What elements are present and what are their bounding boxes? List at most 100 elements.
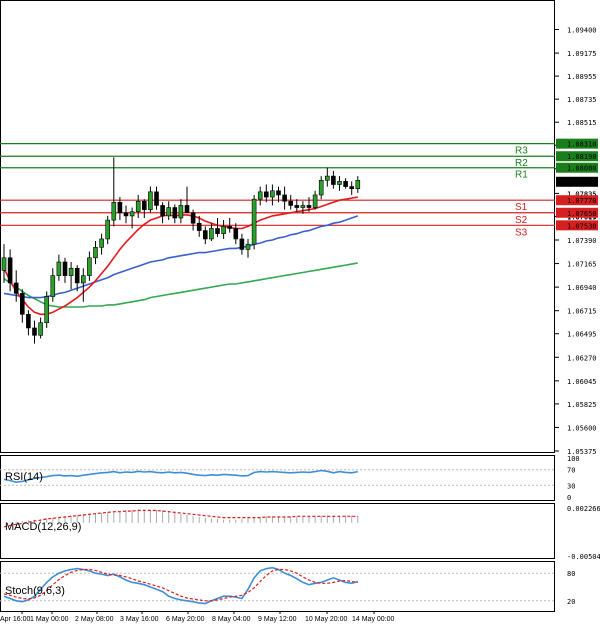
x-tick-label: Apr 16:00 <box>0 616 30 623</box>
macd-pane-frame <box>0 503 555 559</box>
candle-bear <box>227 226 232 229</box>
candle-bear <box>233 228 239 240</box>
price-tick-label: 1.09400 <box>567 27 597 35</box>
candle-bear <box>13 282 19 294</box>
candle-bull <box>129 211 135 217</box>
candle-bear <box>74 267 80 284</box>
candle-bear <box>282 194 287 202</box>
x-tick-label: 10 May 20:00 <box>305 616 348 623</box>
candle-bull <box>209 228 214 240</box>
candle-bull <box>337 181 342 185</box>
sma-mid-line <box>3 215 359 299</box>
candle-bear <box>343 181 348 187</box>
candle-bear <box>62 261 68 276</box>
macd-tick-label: 0.002266 <box>567 505 600 513</box>
candle-bear <box>190 212 196 224</box>
rsi-tick-label: 100 <box>567 455 580 463</box>
candle-bear <box>263 191 269 198</box>
trading-chart: R3R2R1S1S2S3 1.094001.091751.089551.0873… <box>0 0 600 623</box>
candle-bear <box>239 238 245 250</box>
candle-bull <box>312 194 318 208</box>
price-tick-label: 1.07390 <box>567 237 597 245</box>
price-tick-label: 1.05600 <box>567 424 597 432</box>
level-price-label: 1.07650 <box>567 210 597 218</box>
level-price-label: 1.08190 <box>567 153 597 161</box>
candle-bear <box>196 222 202 231</box>
rsi-line <box>3 469 358 484</box>
x-tick-label: 1 May 00:00 <box>30 616 69 623</box>
x-tick-label: 3 May 16:00 <box>120 616 159 623</box>
price-tick-label: 1.05825 <box>567 401 597 409</box>
price-tick-label: 1.06715 <box>567 308 597 316</box>
main-pane-frame <box>0 0 555 453</box>
candle-bull <box>148 191 153 210</box>
level-label-s2: S2 <box>515 215 528 226</box>
rsi-tick-label: 30 <box>567 482 575 490</box>
candle-bull <box>56 261 62 276</box>
rsi-tick-label: 70 <box>567 467 575 475</box>
x-tick-label: 2 May 08:00 <box>75 616 114 623</box>
candle-bull <box>300 205 306 208</box>
x-tick-label: 6 May 20:00 <box>166 616 205 623</box>
candle-bear <box>276 190 281 196</box>
stoch-label: Stoch(9,6,3) <box>5 585 65 597</box>
candle-bull <box>1 257 7 271</box>
candle-bear <box>294 205 300 208</box>
macd-tick-label: -0.005046 <box>567 553 600 561</box>
candle-bull <box>324 175 330 181</box>
level-price-label: 1.07770 <box>567 197 597 205</box>
x-tick-label: 9 May 12:00 <box>258 616 297 623</box>
price-tick-label: 1.06940 <box>567 284 597 292</box>
macd-label: MACD(12,26,9) <box>5 521 81 533</box>
candle-bear <box>184 205 190 214</box>
candle-bull <box>221 226 226 235</box>
candle-bear <box>117 201 123 214</box>
candle-bull <box>111 201 117 221</box>
candle-bull <box>257 191 263 200</box>
stoch-tick-label: 80 <box>567 570 575 578</box>
candle-bull <box>178 205 184 219</box>
level-label-r1: R1 <box>515 170 528 181</box>
price-tick-label: 1.09175 <box>567 50 597 58</box>
candle-bear <box>123 212 129 217</box>
candle-bear <box>331 175 336 185</box>
price-tick-label: 1.06270 <box>567 354 597 362</box>
x-tick-label: 14 May 00:00 <box>352 616 395 623</box>
level-price-label: 1.07530 <box>567 222 597 230</box>
candle-bear <box>142 200 147 210</box>
candle-bear <box>349 186 355 189</box>
candle-bear <box>172 207 178 219</box>
candle-bear <box>306 205 312 208</box>
candle-bear <box>19 293 25 315</box>
rsi-pane-frame <box>0 455 555 501</box>
candle-bull <box>270 190 275 198</box>
candle-bull <box>38 322 43 336</box>
candle-bull <box>105 219 110 240</box>
candle-bear <box>32 327 37 336</box>
price-tick-label: 1.06495 <box>567 331 597 339</box>
rsi-tick-label: 0 <box>567 494 571 502</box>
candle-bull <box>50 275 56 297</box>
candle-bull <box>87 257 92 276</box>
level-price-label: 1.08310 <box>567 141 597 149</box>
level-price-label: 1.08080 <box>567 165 597 173</box>
candle-bull <box>44 296 50 324</box>
level-label-s3: S3 <box>515 227 528 238</box>
candle-bear <box>160 205 165 217</box>
candle-bull <box>245 243 251 250</box>
rsi-label: RSI(14) <box>5 471 43 483</box>
candle-bear <box>26 314 31 329</box>
candle-bear <box>288 200 294 206</box>
candle-bull <box>93 247 98 259</box>
candle-bull <box>355 180 361 189</box>
level-label-s1: S1 <box>515 202 528 213</box>
candle-bull <box>135 200 141 213</box>
candle-bull <box>81 275 86 284</box>
candle-bull <box>318 180 324 196</box>
candle-bear <box>215 228 220 235</box>
candle-bear <box>7 257 13 284</box>
level-label-r3: R3 <box>515 146 528 157</box>
x-tick-label: 8 May 04:00 <box>212 616 251 623</box>
candle-bull <box>99 238 104 248</box>
candle-bull <box>68 267 74 276</box>
